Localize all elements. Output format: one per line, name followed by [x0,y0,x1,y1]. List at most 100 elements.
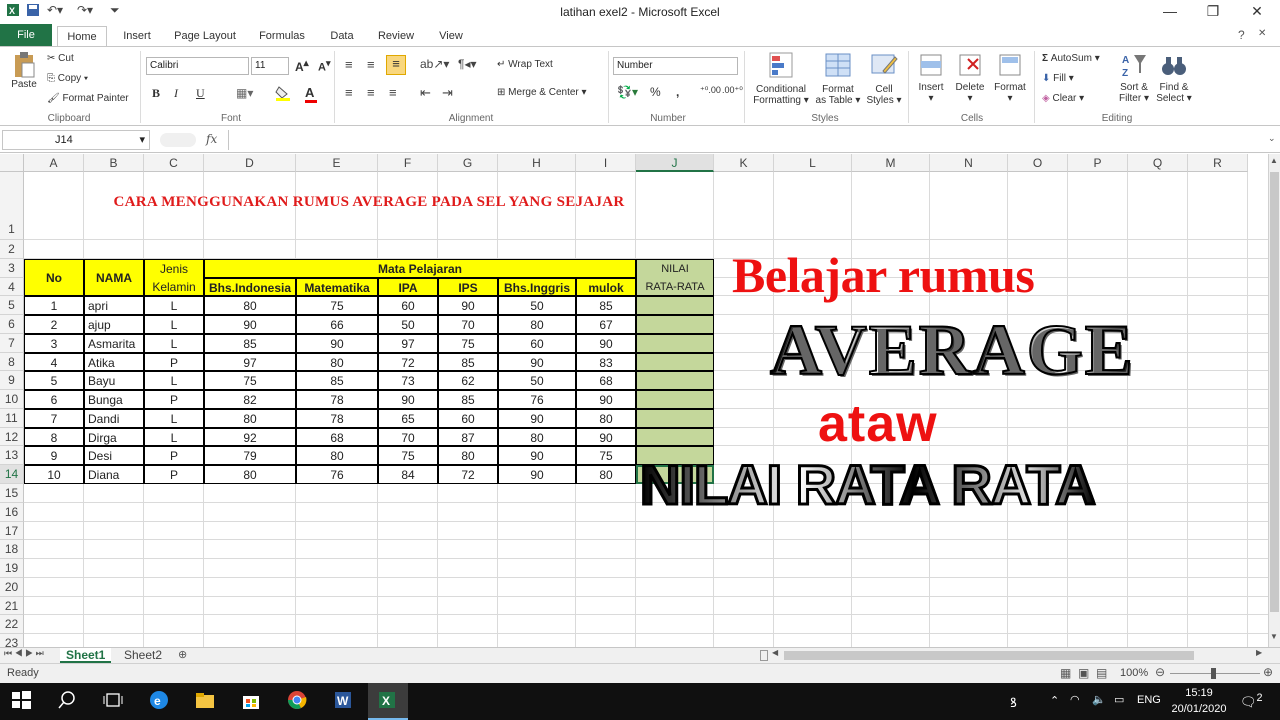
table-cell[interactable]: 4 [24,352,84,372]
tab-formulas[interactable]: Formulas [252,26,312,46]
table-cell[interactable]: Diana [84,465,144,484]
paste-button[interactable]: Paste [8,51,40,90]
table-cell[interactable]: Dandi [84,408,144,428]
restore-icon[interactable]: ❐ [1198,3,1228,20]
row-header-4[interactable]: 4 [0,277,24,297]
copy-button[interactable]: ⎘ Copy ▾ [47,73,88,84]
notification-icon[interactable]: 🗨2 [1240,692,1263,710]
table-cell[interactable]: 62 [438,371,498,391]
table-cell[interactable]: 90 [498,446,576,466]
table-cell[interactable]: P [144,352,204,372]
table-cell[interactable]: Asmarita [84,333,144,353]
table-cell[interactable]: 10 [24,465,84,484]
clear-button[interactable]: ◈ Clear ▾ [1042,93,1084,104]
table-cell[interactable]: L [144,408,204,428]
vertical-scroll-thumb[interactable] [1270,172,1279,612]
table-cell[interactable]: 68 [576,371,636,391]
bold-button[interactable]: B [152,86,160,101]
header-subject[interactable]: IPA [378,277,438,297]
table-cell[interactable]: 7 [24,408,84,428]
tab-page-layout[interactable]: Page Layout [168,26,242,46]
minimize-icon[interactable]: — [1155,3,1185,19]
table-cell[interactable]: 75 [576,446,636,466]
row-header-16[interactable]: 16 [0,502,24,522]
table-cell[interactable]: 85 [204,333,296,353]
row-header-20[interactable]: 20 [0,577,24,597]
file-explorer-icon[interactable] [194,689,220,715]
table-cell[interactable]: 92 [204,427,296,447]
row-header-11[interactable]: 11 [0,408,24,428]
table-cell[interactable]: 90 [498,465,576,484]
page-layout-view-icon[interactable]: ▣ [1078,666,1089,680]
table-cell[interactable]: L [144,427,204,447]
column-header-o[interactable]: O [1008,154,1068,172]
table-cell[interactable]: 73 [378,371,438,391]
font-size-select[interactable]: 11 [251,57,289,75]
table-cell[interactable]: 72 [378,352,438,372]
table-cell[interactable]: 90 [296,333,378,353]
table-cell[interactable]: L [144,315,204,334]
row-header-8[interactable]: 8 [0,352,24,372]
horizontal-scroll-thumb[interactable] [784,651,1194,660]
tab-split-handle[interactable] [760,650,768,661]
table-cell[interactable]: 67 [576,315,636,334]
table-cell[interactable]: 80 [204,408,296,428]
scroll-up-icon[interactable]: ▲ [1270,156,1278,165]
table-cell[interactable]: 97 [204,352,296,372]
font-name-select[interactable]: Calibri [146,57,249,75]
table-cell[interactable]: P [144,390,204,409]
header-subject[interactable]: mulok [576,277,636,297]
row-header-19[interactable]: 19 [0,559,24,578]
font-color-button[interactable]: A [305,85,317,103]
row-header-1[interactable]: 1 [0,172,24,240]
row-header-13[interactable]: 13 [0,446,24,466]
column-header-d[interactable]: D [204,154,296,172]
column-header-m[interactable]: M [852,154,930,172]
header-subject[interactable]: Bhs.Inggris [498,277,576,297]
row-header-15[interactable]: 15 [0,484,24,503]
table-cell[interactable]: 75 [378,446,438,466]
average-cell[interactable] [636,296,714,316]
column-header-e[interactable]: E [296,154,378,172]
grow-font-button[interactable]: A▴ [295,58,309,74]
row-header-7[interactable]: 7 [0,333,24,353]
name-box[interactable]: J14 ▾ [2,130,150,150]
delete-cells-button[interactable]: Delete ▾ [953,51,987,104]
tab-review[interactable]: Review [372,26,420,46]
align-right-icon[interactable]: ≡ [389,85,397,100]
row-header-10[interactable]: 10 [0,390,24,409]
column-header-g[interactable]: G [438,154,498,172]
header-nilai-rata-rata[interactable]: NILAI RATA-RATA [636,258,714,297]
table-cell[interactable]: 90 [576,390,636,409]
table-cell[interactable]: 84 [378,465,438,484]
table-cell[interactable]: 79 [204,446,296,466]
clock-date[interactable]: 20/01/2020 [1170,703,1228,715]
table-cell[interactable]: ajup [84,315,144,334]
decrease-indent-icon[interactable]: ⇤ [420,85,431,101]
bottom-align-icon[interactable]: ≡ [386,55,406,75]
table-cell[interactable]: 66 [296,315,378,334]
table-cell[interactable]: 70 [438,315,498,334]
table-cell[interactable]: P [144,465,204,484]
average-cell[interactable] [636,371,714,391]
comma-button[interactable]: , [676,85,679,99]
conditional-formatting-button[interactable]: Conditional Formatting ▾ [750,51,812,106]
table-cell[interactable]: 50 [498,296,576,316]
row-header-23[interactable]: 23 [0,634,24,647]
table-cell[interactable]: 80 [576,465,636,484]
table-cell[interactable]: 80 [204,296,296,316]
table-cell[interactable]: Bunga [84,390,144,409]
row-header-6[interactable]: 6 [0,315,24,334]
formula-bar-expand-icon[interactable]: ⌄ [1268,133,1276,144]
table-cell[interactable]: 90 [498,352,576,372]
table-cell[interactable]: 90 [576,333,636,353]
table-cell[interactable]: apri [84,296,144,316]
network-icon[interactable]: ◠ [1070,693,1080,706]
column-header-q[interactable]: Q [1128,154,1188,172]
page-break-view-icon[interactable]: ▤ [1096,666,1107,680]
average-cell[interactable] [636,427,714,447]
volume-icon[interactable]: 🔈 [1092,693,1106,706]
row-header-14[interactable]: 14 [0,465,24,484]
wrap-text-button[interactable]: ↵ Wrap Text [497,59,553,70]
fill-color-button[interactable] [275,85,297,104]
